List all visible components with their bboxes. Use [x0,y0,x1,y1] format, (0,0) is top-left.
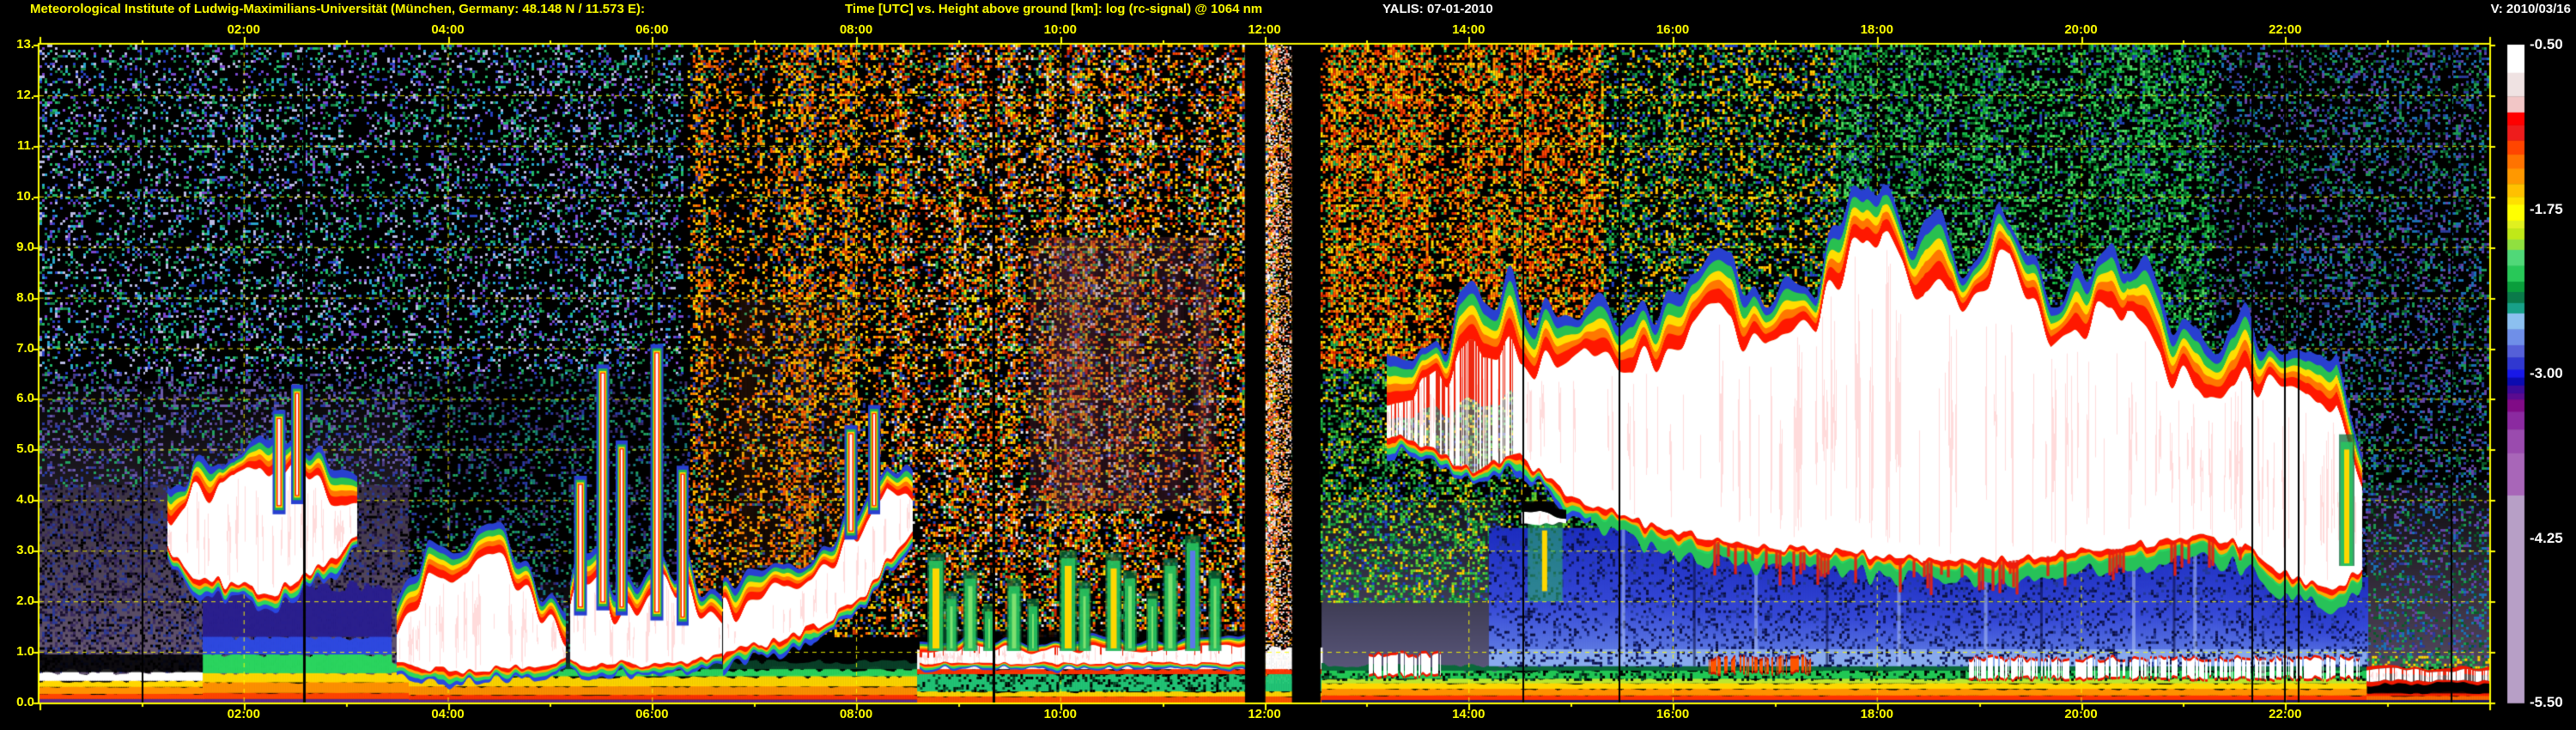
time-tick-label-bottom: 18:00 [1860,707,1893,721]
time-tick-label-bottom: 12:00 [1248,707,1281,721]
height-tick-label: 7.0 [16,340,34,356]
time-tick-label-bottom: 16:00 [1656,707,1690,721]
time-tick-label-top: 16:00 [1656,22,1690,37]
time-tick-label-top: 18:00 [1860,22,1893,37]
height-tick-label: 5.0 [16,441,34,457]
height-tick-label: 13. [16,37,34,52]
height-tick-label: 0.0 [16,695,34,709]
height-tick-label: 9.0 [16,239,34,254]
height-tick-label: 1.0 [16,644,34,660]
time-tick-label-bottom: 22:00 [2269,707,2302,721]
lidar-quicklook-window: Meteorological Institute of Ludwig-Maxim… [0,0,2576,730]
time-tick-label-bottom: 04:00 [431,707,465,721]
colorbar-tick-label: -5.50 [2530,694,2563,710]
height-tick-label: 8.0 [16,289,34,305]
time-tick-label-bottom: 14:00 [1452,707,1485,721]
time-tick-label-top: 14:00 [1452,22,1485,37]
time-tick-label-top: 08:00 [839,22,873,37]
heatmap-canvas [0,0,2576,730]
time-tick-label-top: 12:00 [1248,22,1281,37]
version-stamp: V: 2010/03/16 [2490,2,2571,16]
time-tick-label-bottom: 08:00 [839,707,873,721]
time-tick-label-bottom: 06:00 [635,707,669,721]
time-tick-label-top: 06:00 [635,22,669,37]
plot-title: Time [UTC] vs. Height above ground [km]:… [845,2,1263,16]
height-tick-label: 4.0 [16,492,34,508]
colorbar-tick-label: -3.00 [2530,365,2563,381]
time-tick-label-bottom: 10:00 [1043,707,1077,721]
time-tick-label-bottom: 20:00 [2064,707,2098,721]
time-tick-label-top: 04:00 [431,22,465,37]
height-tick-label: 11. [16,137,34,153]
height-tick-label: 10. [16,188,34,204]
time-tick-label-bottom: 02:00 [227,707,260,721]
height-tick-label: 2.0 [16,593,34,609]
colorbar-tick-label: -0.50 [2530,36,2563,52]
instrument-date: YALIS: 07-01-2010 [1382,2,1493,16]
height-tick-label: 3.0 [16,543,34,558]
time-tick-label-top: 02:00 [227,22,260,37]
height-tick-label: 12. [16,87,34,102]
time-tick-label-top: 22:00 [2269,22,2302,37]
institute-title: Meteorological Institute of Ludwig-Maxim… [30,2,645,16]
height-tick-label: 6.0 [16,391,34,406]
time-tick-label-top: 10:00 [1043,22,1077,37]
time-tick-label-top: 20:00 [2064,22,2098,37]
colorbar-tick-label: -1.75 [2530,200,2563,217]
colorbar-tick-label: -4.25 [2530,529,2563,546]
